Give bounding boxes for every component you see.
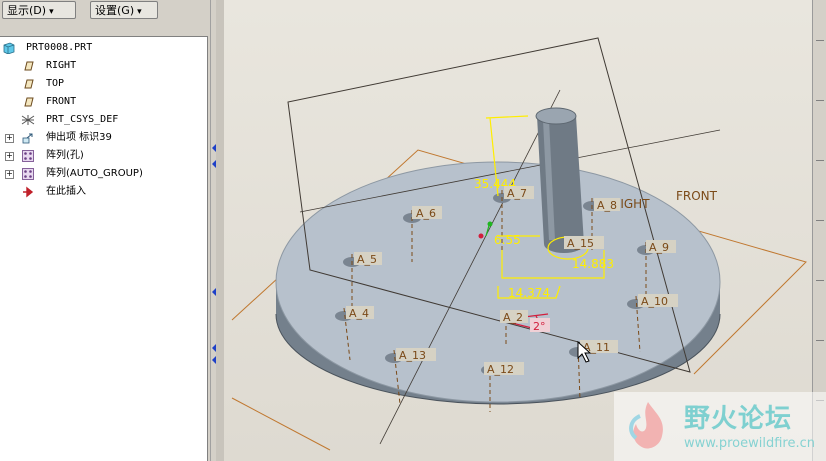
toolbar-separator: [816, 220, 824, 221]
axis-label: A_12: [487, 363, 514, 376]
pattern-icon: [22, 150, 34, 162]
chevron-down-icon: ▾: [137, 7, 142, 17]
tree-item-root[interactable]: PRT0008.PRT: [0, 39, 200, 57]
tree-item-label: 阵列(AUTO_GROUP): [46, 168, 143, 179]
axis-label: A_15: [567, 237, 594, 250]
axis-label: A_13: [399, 349, 426, 362]
tree-item-label: TOP: [46, 78, 65, 89]
tree-item-label: 在此插入: [46, 186, 86, 197]
tree-item-front[interactable]: FRONT: [0, 93, 200, 111]
display-menu-button[interactable]: 显示(D) ▾: [2, 1, 76, 19]
dim-label-y[interactable]: 14.374: [508, 286, 550, 300]
insert-here-icon: [23, 186, 34, 198]
model-tree-panel: 显示(D) ▾ 设置(G) ▾ PRT0008.PRT RIGHT TOP FR…: [0, 0, 210, 461]
tree-item-insert-here[interactable]: 在此插入: [0, 183, 200, 201]
axis-label: A_7: [507, 187, 527, 200]
expand-icon[interactable]: +: [5, 134, 14, 143]
axis-label: A_2: [503, 311, 523, 324]
csys-icon: [21, 115, 35, 125]
flame-logo-icon: [629, 402, 663, 449]
tree-item-top[interactable]: TOP: [0, 75, 200, 93]
tree-item-label: 阵列(孔): [46, 150, 84, 161]
tree-item-label: FRONT: [46, 96, 77, 107]
axis-label: A_6: [416, 207, 436, 220]
tree-item-pattern-auto-group[interactable]: + 阵列(AUTO_GROUP): [0, 165, 200, 183]
axis-label: A_9: [649, 241, 669, 254]
part-icon: [3, 42, 15, 54]
axis-label: A_4: [349, 307, 369, 320]
pattern-icon: [22, 168, 34, 180]
tree-item-label: PRT0008.PRT: [26, 42, 93, 53]
tree-item-pattern-hole[interactable]: + 阵列(孔): [0, 147, 200, 165]
toolbar-separator: [816, 100, 824, 101]
angle-dim-label[interactable]: 2°: [533, 320, 546, 333]
toolbar-separator: [816, 340, 824, 341]
viewport-edge: [216, 0, 224, 461]
chevron-down-icon: ▾: [49, 7, 54, 17]
expand-icon[interactable]: +: [5, 152, 14, 161]
forum-watermark: 野火论坛 www.proewildfire.cn: [614, 392, 826, 461]
axis-label: A_5: [357, 253, 377, 266]
display-menu-label: 显示(D): [7, 4, 47, 17]
expand-icon[interactable]: +: [5, 170, 14, 179]
top-datum-plane-edge: [231, 397, 331, 451]
plane-label-front[interactable]: FRONT: [676, 189, 718, 203]
settings-menu-button[interactable]: 设置(G) ▾: [90, 1, 158, 19]
tree-item-label: PRT_CSYS_DEF: [46, 114, 119, 125]
dim-label-x[interactable]: 14.883: [572, 257, 614, 271]
watermark-title: 野火论坛: [684, 404, 793, 434]
tree-item-label: RIGHT: [46, 60, 77, 71]
tree-item-extrude[interactable]: + 伸出项 标识39: [0, 129, 200, 147]
datum-plane-icon: [24, 79, 34, 89]
watermark-url: www.proewildfire.cn: [684, 436, 815, 451]
tree-menubar: 显示(D) ▾ 设置(G) ▾: [0, 0, 210, 22]
toolbar-separator: [816, 280, 824, 281]
axis-label: A_10: [641, 295, 668, 308]
toolbar-separator: [816, 40, 824, 41]
datum-plane-icon: [24, 97, 34, 107]
datum-plane-icon: [24, 61, 34, 71]
post-top-face[interactable]: [535, 107, 577, 125]
tree-item-csys[interactable]: PRT_CSYS_DEF: [0, 111, 200, 129]
toolbar-separator: [816, 160, 824, 161]
dim-label-diameter[interactable]: 6.55: [494, 233, 521, 247]
tree-item-label: 伸出项 标识39: [46, 132, 112, 143]
model-tree: PRT0008.PRT RIGHT TOP FRONT PRT_CSYS_DEF…: [0, 36, 208, 461]
axis-label: A_8: [597, 199, 617, 212]
tree-item-right[interactable]: RIGHT: [0, 57, 200, 75]
settings-menu-label: 设置(G): [95, 4, 135, 17]
extrude-icon: [22, 133, 33, 144]
